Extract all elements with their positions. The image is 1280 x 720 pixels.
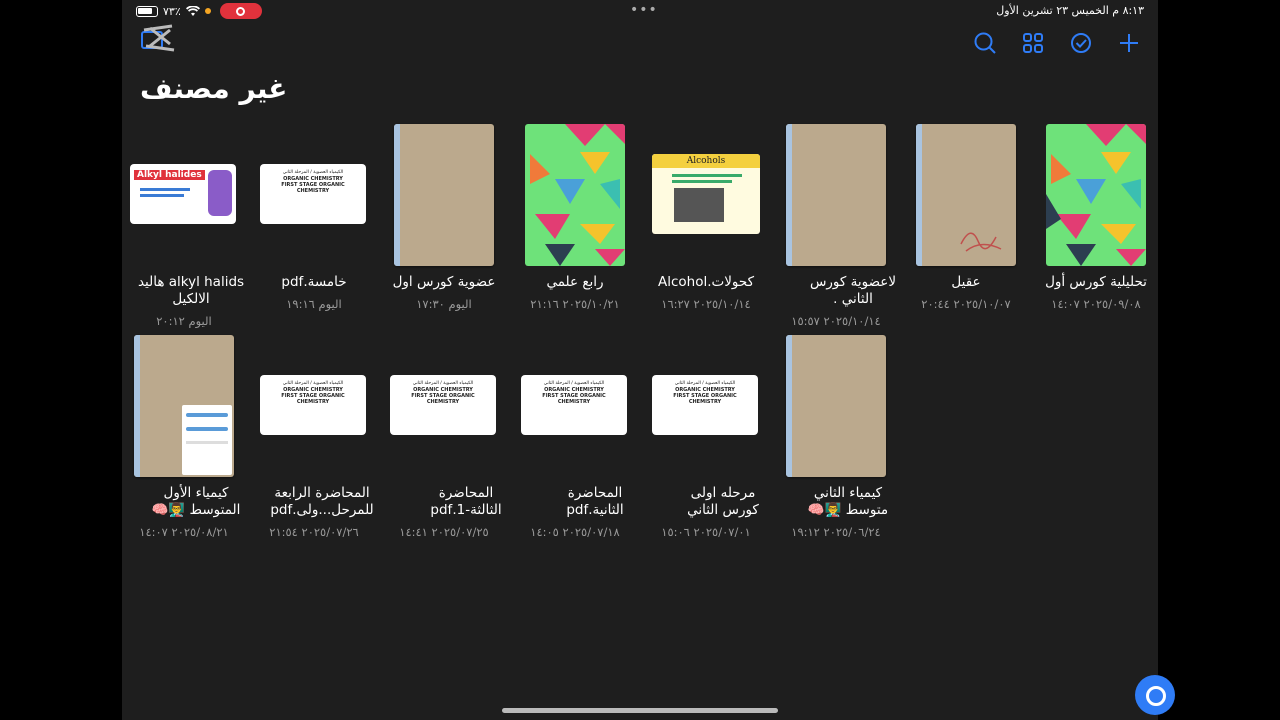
document-date: ٢٠٢٥/٠٧/٠١ ١٥:٠٦ xyxy=(661,525,751,539)
pdf-page: الكيمياء العضوية / المرحلة الثاني ORGANIC… xyxy=(260,375,366,435)
document-item[interactable]: Alcohols كحولات.Alcohol ٢٠٢٥/١٠/١٤ ١٦:٢٧ xyxy=(644,124,768,311)
document-item[interactable]: الكيمياء العضوية / المرحلة الثاني ORGANIC… xyxy=(382,335,506,539)
battery-percent: ٧٣٪ xyxy=(163,4,181,18)
document-thumbnail[interactable] xyxy=(1034,124,1158,266)
handwriting-mark xyxy=(960,232,1002,252)
document-name: alkyl halids هاليد الالكيل xyxy=(137,274,245,307)
battery-icon xyxy=(136,5,158,17)
slide-title: Alkyl halides xyxy=(134,170,205,180)
document-item[interactable]: رابع علمي ٢٠٢٥/١٠/٢١ ٢١:١٦ xyxy=(513,124,637,311)
pdf-page: الكيمياء العضوية / المرحلة الثاني ORGANIC… xyxy=(652,375,758,435)
document-item[interactable]: عقيل ٢٠٢٥/١٠/٠٧ ٢٠:٤٤ xyxy=(904,124,1028,311)
document-name: تحليلية كورس أول xyxy=(1045,274,1147,290)
document-name: لاعضوية كورس الثاني . xyxy=(809,274,897,307)
status-indicators: ٧٣٪ xyxy=(136,3,262,19)
document-name: مرحله اولى كورس الثاني xyxy=(687,485,759,518)
document-item[interactable]: عضوية كورس اول اليوم ١٧:٣٠ xyxy=(382,124,506,311)
document-date: اليوم ١٧:٣٠ xyxy=(416,297,472,311)
document-item[interactable]: تحليلية كورس أول ٢٠٢٥/٠٩/٠٨ ١٤:٠٧ xyxy=(1034,124,1158,311)
document-thumbnail[interactable] xyxy=(774,335,898,477)
document-date: ٢٠٢٥/١٠/٢١ ٢١:١٦ xyxy=(530,297,620,311)
page-title: غير مصنف xyxy=(140,72,288,105)
document-item[interactable]: الكيمياء العضوية / المرحلة الثاني ORGANIC… xyxy=(513,335,637,539)
notebook-cover xyxy=(916,124,1016,266)
document-date: ٢٠٢٥/٠٨/٢١ ١٤:٠٧ xyxy=(139,525,229,539)
document-date: ٢٠٢٥/٠٧/٢٥ ١٤:٤١ xyxy=(399,525,489,539)
pdf-page: الكيمياء العضوية / المرحلة الثاني ORGANIC… xyxy=(260,164,366,224)
document-thumbnail[interactable]: الكيمياء العضوية / المرحلة الثاني ORGANIC… xyxy=(513,335,637,477)
notebook-cover xyxy=(786,124,886,266)
add-icon[interactable] xyxy=(1116,30,1142,56)
select-icon[interactable] xyxy=(1068,30,1094,56)
document-name: المحاضرة الثالثة-1.pdf xyxy=(430,485,502,518)
document-date: ٢٠٢٥/١٠/١٤ ١٥:٥٧ xyxy=(791,314,881,328)
pdf-page: الكيمياء العضوية / المرحلة الثاني ORGANIC… xyxy=(521,375,627,435)
document-thumbnail[interactable] xyxy=(774,124,898,266)
notebook-cover xyxy=(394,124,494,266)
pdf-page: الكيمياء العضوية / المرحلة الثاني ORGANIC… xyxy=(390,375,496,435)
document-thumbnail[interactable]: الكيمياء العضوية / المرحلة الثاني ORGANIC… xyxy=(252,335,376,477)
document-item[interactable]: لاعضوية كورس الثاني . ٢٠٢٥/١٠/١٤ ١٥:٥٧ xyxy=(774,124,898,328)
document-item[interactable]: كيمياء الأول المتوسط 👨‍🏫🧠 ٢٠٢٥/٠٨/٢١ ١٤:… xyxy=(122,335,246,539)
document-date: ٢٠٢٥/٠٩/٠٨ ١٤:٠٧ xyxy=(1051,297,1141,311)
document-name: كيمياء الثاني متوسط 👨‍🏫🧠 xyxy=(807,485,889,518)
slide-title: Alcohols xyxy=(652,154,760,168)
slide-photo xyxy=(674,188,724,222)
screen-record-button[interactable] xyxy=(219,3,262,19)
document-thumbnail[interactable]: الكيمياء العضوية / المرحلة الثاني ORGANIC… xyxy=(644,335,768,477)
document-thumbnail[interactable] xyxy=(122,335,246,477)
multitask-dots[interactable]: ••• xyxy=(630,2,658,18)
document-thumbnail[interactable]: الكيمياء العضوية / المرحلة الثاني ORGANIC… xyxy=(252,124,376,266)
notebook-cover xyxy=(786,335,886,477)
home-indicator[interactable] xyxy=(502,708,778,713)
document-name: خامسة.pdf xyxy=(281,274,347,290)
alcohols-slide: Alcohols xyxy=(652,154,760,234)
document-name: رابع علمي xyxy=(546,274,604,290)
document-name: عضوية كورس اول xyxy=(392,274,496,290)
document-thumbnail[interactable]: Alcohols xyxy=(644,124,768,266)
document-date: اليوم ٢٠:١٢ xyxy=(156,314,212,328)
app-screen: ٧٣٪ ••• ٨:١٣ م الخميس ٢٣ تشرين الأول غير… xyxy=(122,0,1158,720)
document-thumbnail[interactable]: الكيمياء العضوية / المرحلة الثاني ORGANIC… xyxy=(382,335,506,477)
toolbar xyxy=(122,28,1158,58)
mic-indicator-icon xyxy=(204,8,211,14)
document-date: ٢٠٢٥/٠٧/١٨ ١٤:٠٥ xyxy=(530,525,620,539)
alkyl-slide: Alkyl halides xyxy=(130,164,236,224)
document-thumbnail[interactable] xyxy=(513,124,637,266)
left-letterbox xyxy=(0,0,122,720)
page-preview xyxy=(182,405,232,475)
pattern-cover xyxy=(525,124,625,266)
status-bar: ٧٣٪ ••• ٨:١٣ م الخميس ٢٣ تشرين الأول xyxy=(122,0,1158,22)
document-thumbnail[interactable] xyxy=(904,124,1028,266)
pattern-cover xyxy=(1046,124,1146,266)
document-date: ٢٠٢٥/٠٧/٢٦ ٢١:٥٤ xyxy=(269,525,359,539)
status-time: ٨:١٣ م الخميس ٢٣ تشرين الأول xyxy=(996,4,1144,17)
document-name: المحاضرة الرابعة للمرحل...ولى.pdf xyxy=(270,485,374,518)
document-item[interactable]: الكيمياء العضوية / المرحلة الثاني ORGANIC… xyxy=(252,124,376,311)
document-name: المحاضرة الثانية.pdf xyxy=(566,485,624,518)
notebook-cover xyxy=(134,335,234,477)
document-item[interactable]: كيمياء الثاني متوسط 👨‍🏫🧠 ٢٠٢٥/٠٦/٢٤ ١٩:١… xyxy=(774,335,898,539)
document-thumbnail[interactable] xyxy=(382,124,506,266)
document-thumbnail[interactable]: Alkyl halides xyxy=(122,124,246,266)
document-date: ٢٠٢٥/١٠/١٤ ١٦:٢٧ xyxy=(661,297,751,311)
document-item[interactable]: الكيمياء العضوية / المرحلة الثاني ORGANIC… xyxy=(252,335,376,539)
assistive-touch-button[interactable] xyxy=(1135,675,1175,715)
document-date: اليوم ١٩:١٦ xyxy=(286,297,342,311)
document-item[interactable]: Alkyl halides alkyl halids هاليد الالكيل… xyxy=(122,124,246,328)
cartoon-figure xyxy=(208,170,232,216)
grid-view-icon[interactable] xyxy=(1020,30,1046,56)
document-name: عقيل xyxy=(951,274,981,290)
document-date: ٢٠٢٥/١٠/٠٧ ٢٠:٤٤ xyxy=(921,297,1011,311)
document-name: كيمياء الأول المتوسط 👨‍🏫🧠 xyxy=(151,485,241,518)
document-name: كحولات.Alcohol xyxy=(657,274,755,290)
wifi-icon xyxy=(185,5,200,16)
right-letterbox xyxy=(1158,0,1280,720)
search-icon[interactable] xyxy=(972,30,998,56)
document-item[interactable]: الكيمياء العضوية / المرحلة الثاني ORGANIC… xyxy=(644,335,768,539)
document-date: ٢٠٢٥/٠٦/٢٤ ١٩:١٢ xyxy=(791,525,881,539)
